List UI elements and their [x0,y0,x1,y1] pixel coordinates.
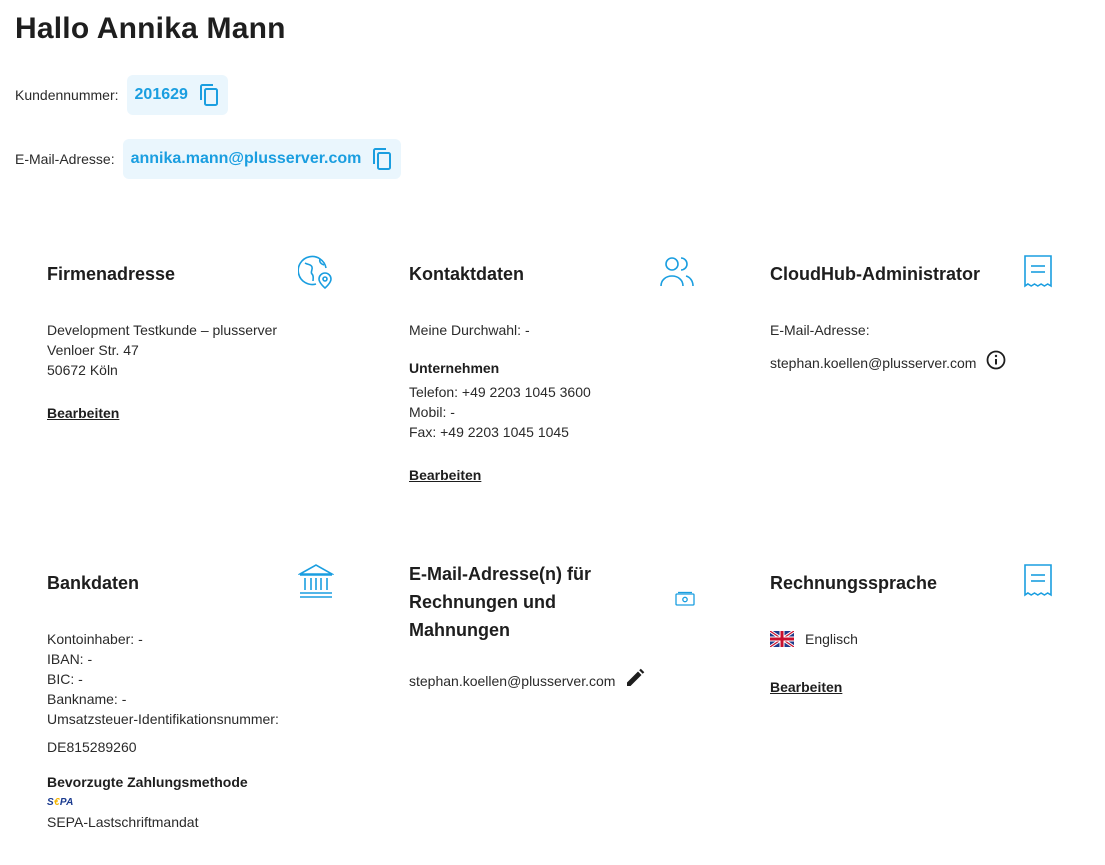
language-value: Englisch [805,631,858,647]
vat-id-value: DE815289260 [47,739,137,755]
email-chip: annika.mann@plusserver.com [122,139,402,179]
address-line: Venloer Str. 47 [47,342,139,358]
vat-id-label: Umsatzsteuer-Identifikationsnummer: [47,711,279,727]
card-title: Firmenadresse [47,264,176,284]
card-header: Firmenadresse [47,254,334,294]
admin-email: stephan.koellen@plusserver.com [770,354,977,371]
bank-icon [298,563,334,599]
payment-method: SEPA-Lastschriftmandat [47,814,199,830]
customer-number-chip: 201629 [126,75,228,115]
mobile: Mobil: - [409,404,455,420]
globe-pin-icon [298,254,334,290]
edit-language-link[interactable]: Bearbeiten [770,679,842,695]
email-value: annika.mann@plusserver.com [130,150,362,167]
card-title: CloudHub-Administrator [770,264,980,284]
card-title: Rechnungssprache [770,573,938,593]
admin-email-label: E-Mail-Adresse: [770,322,870,338]
edit-address-link[interactable]: Bearbeiten [47,405,119,421]
contact-card: Kontaktdaten Meine Durchwahl: - Unterneh… [409,254,695,483]
copy-icon[interactable] [198,83,220,107]
phone: Telefon: +49 2203 1045 3600 [409,384,591,400]
page-title: Hallo Annika Mann [15,12,286,45]
bank-data-card: Bankdaten Kontoinhaber: - IBAN: - BIC: -… [47,563,334,830]
receipt-icon [1022,254,1054,290]
money-icon [675,591,695,607]
email-row: E-Mail-Adresse: annika.mann@plusserver.c… [15,139,402,179]
company-subheading: Unternehmen [409,360,500,376]
customer-number-row: Kundennummer: 201629 [15,75,228,115]
account-holder: Kontoinhaber: - [47,631,143,647]
address-line: Development Testkunde – plusserver [47,322,278,338]
receipt-icon [1022,563,1054,599]
card-title: Kontaktdaten [409,264,525,284]
payment-method-heading: Bevorzugte Zahlungsmethode [47,774,248,790]
customer-number-label: Kundennummer: [15,87,119,103]
iban: IBAN: - [47,651,93,667]
card-title: E-Mail-Adresse(n) für Rechnungen und Mah… [409,564,592,640]
invoice-language-card: Rechnungssprache Englisch Bearbeiten [769,563,1054,695]
bank-name: Bankname: - [47,691,127,707]
bic: BIC: - [47,671,83,687]
invoice-email: stephan.koellen@plusserver.com [409,672,616,689]
email-label: E-Mail-Adresse: [15,151,115,167]
edit-contact-link[interactable]: Bearbeiten [409,467,481,483]
edit-pencil-icon[interactable] [625,668,645,693]
customer-number-value: 201629 [134,86,188,103]
address-line: 50672 Köln [47,362,118,378]
direct-dial: Meine Durchwahl: - [409,322,530,338]
invoice-email-card: E-Mail-Adresse(n) für Rechnungen und Mah… [409,560,695,689]
sepa-logo: S€PA [47,796,74,808]
card-header: Rechnungssprache [770,563,1054,603]
card-title: Bankdaten [47,573,140,593]
card-header: CloudHub-Administrator [770,254,1054,294]
card-header: Bankdaten [47,563,334,603]
copy-icon[interactable] [371,147,393,171]
fax: Fax: +49 2203 1045 1045 [409,424,569,440]
card-header: Kontaktdaten [409,254,695,294]
company-address-card: Firmenadresse Development Testkunde – pl… [47,254,334,421]
info-icon[interactable] [986,350,1006,375]
uk-flag-icon [769,629,795,649]
cloudhub-admin-card: CloudHub-Administrator E-Mail-Adresse: s… [770,254,1054,371]
users-icon [659,254,695,290]
